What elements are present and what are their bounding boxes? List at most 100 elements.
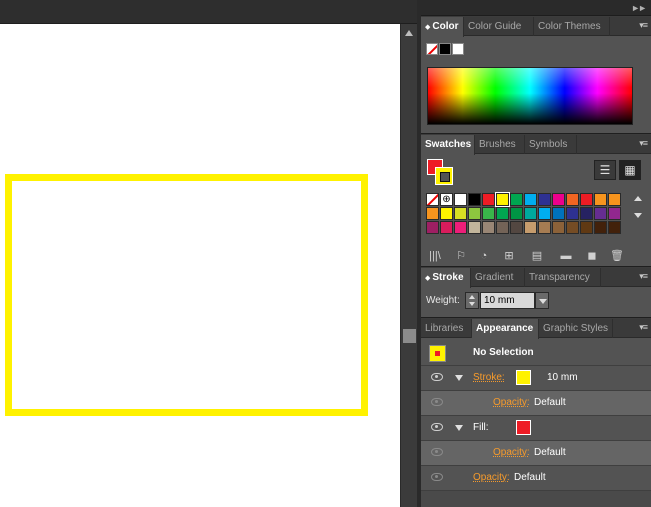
- stepper-down-icon[interactable]: [469, 302, 475, 306]
- swatch-cell[interactable]: [594, 193, 607, 206]
- swatch-cell[interactable]: [440, 207, 453, 220]
- stroke-row[interactable]: Stroke: 10 mm: [421, 366, 651, 391]
- visibility-eye-icon[interactable]: [431, 398, 443, 406]
- stroke-link[interactable]: Stroke:: [473, 372, 505, 383]
- swatch-cell[interactable]: [552, 193, 565, 206]
- swatch-cell[interactable]: [496, 207, 509, 220]
- swatch-options-icon[interactable]: ◔: [476, 249, 492, 263]
- panel-menu-icon[interactable]: ▾≡: [639, 271, 648, 282]
- stepper-up-icon[interactable]: [469, 295, 475, 299]
- tab-gradient[interactable]: Gradient: [471, 268, 525, 287]
- scroll-up-icon[interactable]: [405, 30, 413, 36]
- visibility-eye-icon[interactable]: [431, 473, 443, 481]
- swatch-cell[interactable]: [524, 207, 537, 220]
- tab-stroke[interactable]: ◆ Stroke: [421, 268, 471, 288]
- opacity-link[interactable]: Opacity:: [493, 447, 530, 458]
- opacity-link[interactable]: Opacity:: [493, 397, 530, 408]
- panel-menu-icon[interactable]: ▾≡: [639, 322, 648, 333]
- tab-symbols[interactable]: Symbols: [525, 135, 577, 154]
- swatch-cell[interactable]: [496, 221, 509, 234]
- swatch-cell[interactable]: [495, 192, 510, 207]
- tab-color-guide[interactable]: Color Guide: [464, 17, 534, 36]
- new-folder-icon[interactable]: ▬: [558, 249, 574, 263]
- expand-triangle-icon[interactable]: [455, 425, 463, 431]
- tab-libraries[interactable]: Libraries: [421, 319, 472, 338]
- tab-swatches[interactable]: Swatches: [421, 135, 475, 155]
- new-color-group-icon[interactable]: ⊞: [501, 249, 517, 263]
- swatch-cell[interactable]: [608, 193, 621, 206]
- swatch-cell[interactable]: [580, 207, 593, 220]
- swatch-list-icon[interactable]: ▤: [529, 249, 545, 263]
- swatch-cell[interactable]: [580, 221, 593, 234]
- swatch-cell[interactable]: [468, 207, 481, 220]
- swatch-cell[interactable]: [594, 207, 607, 220]
- expand-triangle-icon[interactable]: [455, 375, 463, 381]
- swatch-cell[interactable]: [552, 221, 565, 234]
- none-swatch-icon[interactable]: [426, 193, 439, 206]
- weight-stepper[interactable]: [465, 292, 479, 309]
- weight-dropdown-icon[interactable]: [535, 292, 549, 309]
- swatch-cell[interactable]: [482, 221, 495, 234]
- tab-transparency[interactable]: Transparency: [525, 268, 601, 287]
- color-spectrum[interactable]: [427, 67, 633, 125]
- fill-opacity-row[interactable]: Opacity: Default: [421, 441, 651, 466]
- swatch-cell[interactable]: [454, 193, 467, 206]
- swatch-scrollbar[interactable]: [632, 193, 644, 245]
- swatch-cell[interactable]: [580, 193, 593, 206]
- swatch-cell[interactable]: [454, 207, 467, 220]
- stroke-swatch[interactable]: [435, 167, 453, 185]
- fill-row[interactable]: Fill:: [421, 416, 651, 441]
- tab-color-themes[interactable]: Color Themes: [534, 17, 610, 36]
- opacity-link[interactable]: Opacity:: [473, 472, 510, 483]
- collapse-dock-icon[interactable]: ►►: [631, 3, 647, 13]
- visibility-eye-icon[interactable]: [431, 448, 443, 456]
- panel-menu-icon[interactable]: ▾≡: [639, 20, 648, 31]
- swatch-cell[interactable]: [566, 193, 579, 206]
- stroke-weight-value[interactable]: 10 mm: [547, 372, 578, 383]
- swatch-cell[interactable]: [524, 193, 537, 206]
- swatch-cell[interactable]: [538, 207, 551, 220]
- stroke-color-chip[interactable]: [516, 370, 531, 385]
- white-color-button[interactable]: [452, 43, 464, 55]
- object-opacity-row[interactable]: Opacity: Default: [421, 466, 651, 491]
- fill-color-chip[interactable]: [516, 420, 531, 435]
- swatch-cell[interactable]: [510, 221, 523, 234]
- list-view-icon[interactable]: ☰: [594, 160, 616, 180]
- none-color-icon[interactable]: [426, 43, 438, 55]
- tab-brushes[interactable]: Brushes: [475, 135, 525, 154]
- swatch-cell[interactable]: [538, 193, 551, 206]
- visibility-eye-icon[interactable]: [431, 373, 443, 381]
- tab-graphic-styles[interactable]: Graphic Styles: [539, 319, 613, 338]
- swatch-cell[interactable]: [552, 207, 565, 220]
- tab-color[interactable]: ◆ Color: [421, 17, 464, 37]
- visibility-eye-icon[interactable]: [431, 423, 443, 431]
- stroke-opacity-row[interactable]: Opacity: Default: [421, 391, 651, 416]
- swatch-cell[interactable]: [510, 207, 523, 220]
- swatch-cell[interactable]: [510, 193, 523, 206]
- swatch-cell[interactable]: [426, 221, 439, 234]
- black-color-button[interactable]: [439, 43, 451, 55]
- swatch-cell[interactable]: [524, 221, 537, 234]
- swatch-cell[interactable]: [566, 221, 579, 234]
- scroll-thumb[interactable]: [403, 329, 416, 343]
- libraries-icon[interactable]: |||\: [427, 249, 443, 263]
- swatch-cell[interactable]: [538, 221, 551, 234]
- vertical-scrollbar[interactable]: [400, 24, 417, 507]
- grid-view-icon[interactable]: ▦: [619, 160, 641, 180]
- swatch-cell[interactable]: [594, 221, 607, 234]
- scroll-down-icon[interactable]: [634, 213, 642, 218]
- delete-icon[interactable]: 🗑: [609, 249, 625, 263]
- swatch-cell[interactable]: [608, 221, 621, 234]
- swatch-cell[interactable]: [468, 221, 481, 234]
- tab-appearance[interactable]: Appearance: [472, 319, 539, 339]
- swatch-cell[interactable]: [454, 221, 467, 234]
- new-swatch-icon[interactable]: ◼: [584, 249, 600, 263]
- weight-input[interactable]: 10 mm: [480, 292, 535, 309]
- rectangle-artwork[interactable]: [5, 174, 368, 416]
- swatch-cell[interactable]: [426, 207, 439, 220]
- scroll-up-icon[interactable]: [634, 196, 642, 201]
- show-kinds-icon[interactable]: ⚐: [453, 249, 469, 263]
- artboard-canvas[interactable]: [0, 24, 400, 507]
- swatch-cell[interactable]: [482, 207, 495, 220]
- swatch-cell[interactable]: [608, 207, 621, 220]
